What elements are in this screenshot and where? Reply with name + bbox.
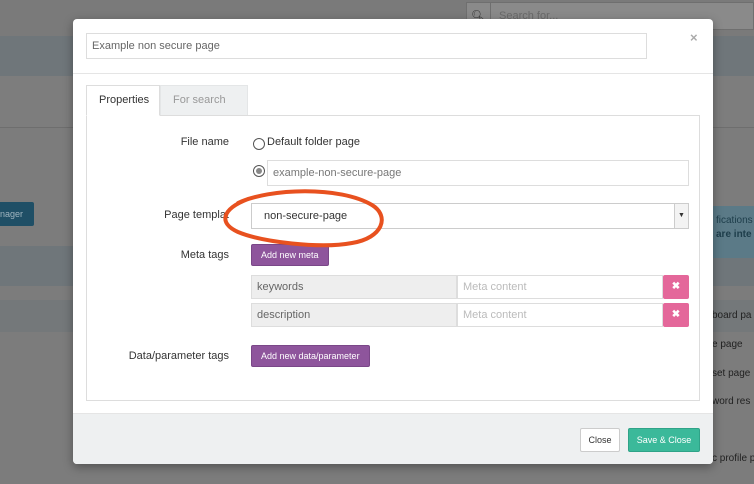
- chevron-down-icon: ▼: [674, 204, 688, 228]
- delete-meta-button[interactable]: ✖: [663, 303, 689, 327]
- meta-key-field[interactable]: description: [251, 303, 457, 327]
- modal-footer: Close Save & Close: [73, 413, 713, 464]
- modal-header: ×: [73, 19, 713, 74]
- bg-manager-label: nager: [0, 209, 24, 219]
- bg-info-line: fications: [716, 215, 753, 226]
- meta-content-field[interactable]: Meta content: [457, 303, 663, 327]
- delete-meta-button[interactable]: ✖: [663, 275, 689, 299]
- page-template-select[interactable]: non-secure-page ▼: [251, 203, 689, 229]
- bg-list-item: e page: [712, 339, 743, 350]
- bg-manager-button: nager: [0, 202, 34, 226]
- close-icon[interactable]: ×: [690, 30, 698, 45]
- close-icon: ✖: [671, 281, 681, 292]
- modal-tabs: Properties For search: [86, 85, 700, 116]
- page-title-input[interactable]: [86, 33, 647, 59]
- properties-panel: File name Default folder page Page templ…: [86, 115, 700, 401]
- page-template-label: Page templat: [164, 209, 229, 221]
- bg-list-item: board pa: [712, 310, 752, 321]
- default-folder-page-radio[interactable]: [253, 138, 265, 150]
- bg-list-item: word res: [712, 396, 751, 407]
- save-and-close-button[interactable]: Save & Close: [628, 428, 700, 452]
- data-parameter-tags-label: Data/parameter tags: [128, 350, 229, 362]
- file-name-input[interactable]: [267, 160, 689, 186]
- add-new-meta-button[interactable]: Add new meta: [251, 244, 329, 266]
- bg-info-box: fications are inte: [712, 206, 754, 258]
- close-icon: ✖: [671, 309, 681, 320]
- bg-list-item: set page: [712, 368, 751, 379]
- meta-tags-label: Meta tags: [180, 249, 229, 261]
- add-new-data-parameter-button[interactable]: Add new data/parameter: [251, 345, 370, 367]
- default-folder-page-label: Default folder page: [267, 136, 360, 148]
- meta-key-field[interactable]: keywords: [251, 275, 457, 299]
- bg-info-line: are inte: [716, 229, 752, 240]
- custom-file-name-radio[interactable]: [253, 165, 265, 177]
- file-name-label: File name: [180, 136, 229, 148]
- meta-content-field[interactable]: Meta content: [457, 275, 663, 299]
- close-button[interactable]: Close: [580, 428, 620, 452]
- tab-properties[interactable]: Properties: [86, 85, 160, 116]
- tab-for-search[interactable]: For search: [160, 85, 248, 116]
- edit-page-modal: × Properties For search File name Defaul…: [73, 19, 713, 464]
- page-template-value: non-secure-page: [264, 210, 348, 222]
- bg-list-item: c profile p: [712, 453, 754, 464]
